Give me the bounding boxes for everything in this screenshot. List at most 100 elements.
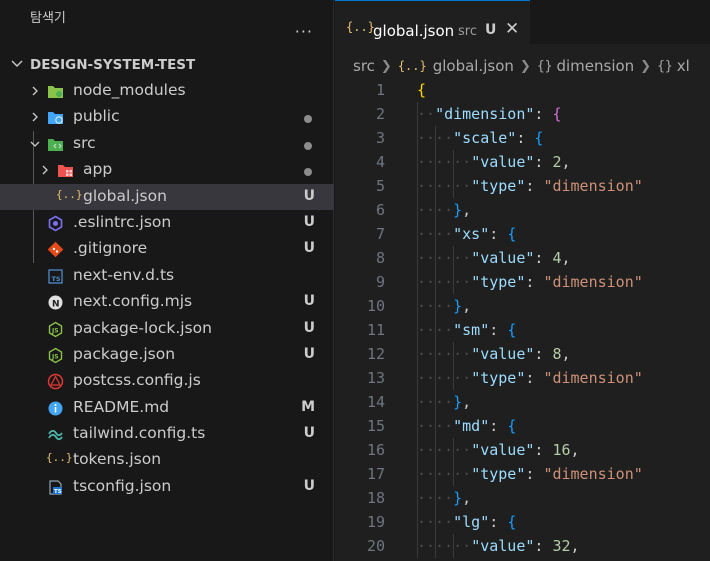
code-line[interactable]: 17 ······"type": "dimension": [335, 462, 710, 486]
code-text: ······"value": 16,: [417, 441, 580, 459]
svg-text:TS: TS: [52, 275, 61, 283]
svg-text:JS: JS: [51, 327, 59, 334]
workspace-root[interactable]: DESIGN-SYSTEM-TEST: [0, 53, 334, 77]
line-number: 5: [375, 177, 385, 195]
breadcrumb-file[interactable]: global.json: [433, 57, 514, 75]
code-line[interactable]: 5 ······"type": "dimension": [335, 174, 710, 198]
code-line[interactable]: 12 ······"value": 8,: [335, 342, 710, 366]
json-file-icon: {..}: [346, 20, 375, 34]
code-line[interactable]: 16 ······"value": 16,: [335, 438, 710, 462]
tree-item-app[interactable]: app: [0, 157, 334, 183]
tree-item-tsconfig[interactable]: TS tsconfig.json U: [0, 474, 334, 500]
tree-item-tokens[interactable]: {..} tokens.json: [0, 447, 334, 473]
chevron-right-icon: ❯: [640, 58, 652, 74]
tree-item-gitignore[interactable]: .gitignore U: [0, 236, 334, 262]
git-status-badge: M: [301, 398, 315, 415]
code-line[interactable]: 18 ····},: [335, 486, 710, 510]
tailwind-icon: [48, 430, 63, 441]
line-number: 4: [375, 153, 385, 171]
tab-bar: {..} global.json src U ✕: [335, 0, 710, 44]
code-text: ······"value": 8,: [417, 345, 571, 363]
tab-global-json[interactable]: {..} global.json src U ✕: [335, 0, 530, 44]
git-status-badge: U: [303, 293, 315, 310]
code-text: ····},: [417, 393, 472, 411]
code-line[interactable]: 15 ····"md": {: [335, 414, 710, 438]
code-text: ··"dimension": {: [417, 105, 562, 123]
tree-item-next-env[interactable]: TS next-env.d.ts: [0, 263, 334, 289]
code-line[interactable]: 13 ······"type": "dimension": [335, 366, 710, 390]
line-number: 1: [375, 81, 385, 99]
line-number: 14: [366, 393, 385, 411]
code-line[interactable]: 8 ······"value": 4,: [335, 246, 710, 270]
close-icon[interactable]: ✕: [505, 19, 519, 39]
tree-item-next-config[interactable]: N next.config.mjs U: [0, 289, 334, 315]
tree-item-label: tsconfig.json: [73, 476, 172, 495]
code-text: ······"type": "dimension": [417, 177, 643, 195]
app-folder-icon: [58, 165, 73, 178]
line-number: 17: [366, 465, 385, 483]
code-line[interactable]: 1{: [335, 78, 710, 102]
tree-item-label: .gitignore: [73, 239, 148, 258]
code-line[interactable]: 6 ····},: [335, 198, 710, 222]
tree-item-src[interactable]: src: [0, 131, 334, 157]
code-text: ····},: [417, 489, 472, 507]
modified-dot: [304, 115, 312, 124]
chevron-right-icon: ❯: [380, 58, 392, 74]
code-line[interactable]: 9 ······"type": "dimension": [335, 270, 710, 294]
line-number: 11: [366, 321, 385, 339]
line-number: 20: [366, 537, 385, 555]
tree-item-label: postcss.config.js: [73, 371, 201, 390]
breadcrumb-folder[interactable]: src: [353, 57, 375, 75]
tree-item-label: public: [73, 107, 120, 126]
code-editor[interactable]: 1{ 2 ··"dimension": { 3 ····"scale": { 4 ·····…: [335, 78, 710, 558]
chevron-right-icon: [42, 165, 48, 175]
code-text: ····"xs": {: [417, 225, 517, 243]
public-folder-icon: [48, 112, 63, 125]
file-tree: node_modules public src app {..} global.…: [0, 78, 334, 500]
code-text: ······"type": "dimension": [417, 465, 643, 483]
tree-item-label: next.config.mjs: [73, 292, 193, 311]
breadcrumb-symbol-dimension[interactable]: dimension: [556, 57, 634, 75]
code-line[interactable]: 10 ····},: [335, 294, 710, 318]
code-line[interactable]: 19 ····"lg": {: [335, 510, 710, 534]
tree-item-label: tokens.json: [73, 450, 162, 469]
line-number: 18: [366, 489, 385, 507]
code-line[interactable]: 3 ····"scale": {: [335, 126, 710, 150]
code-text: ······"value": 4,: [417, 249, 571, 267]
code-line[interactable]: 4 ······"value": 2,: [335, 150, 710, 174]
tree-item-package-lock[interactable]: JS package-lock.json U: [0, 316, 334, 342]
svg-text:TS: TS: [54, 489, 62, 495]
chevron-right-icon: ❯: [519, 58, 531, 74]
explorer-sidebar: 탐색기 ··· DESIGN-SYSTEM-TEST node_modules …: [0, 0, 334, 561]
json-file-icon: {..}: [397, 59, 427, 73]
code-line[interactable]: 11 ····"sm": {: [335, 318, 710, 342]
code-line[interactable]: 20 ······"value": 32,: [335, 534, 710, 558]
breadcrumb: src ❯ {..} global.json ❯ {} dimension ❯ …: [353, 55, 690, 77]
tree-item-tailwind[interactable]: tailwind.config.ts U: [0, 421, 334, 447]
line-number: 2: [375, 105, 385, 123]
tree-item-global-json[interactable]: {..} global.json U: [0, 183, 334, 210]
tree-item-eslintrc[interactable]: .eslintrc.json U: [0, 210, 334, 236]
git-status-badge: U: [303, 319, 315, 336]
tab-description: src: [458, 24, 477, 39]
code-text: ····"sm": {: [417, 321, 517, 339]
tree-item-package-json[interactable]: JS package.json U: [0, 342, 334, 368]
tree-item-label: package-lock.json: [73, 318, 212, 337]
code-line[interactable]: 2 ··"dimension": {: [335, 102, 710, 126]
tree-item-node-modules[interactable]: node_modules: [0, 78, 334, 104]
code-text: ····},: [417, 297, 472, 315]
code-line[interactable]: 7 ····"xs": {: [335, 222, 710, 246]
git-status-badge: U: [303, 240, 315, 257]
code-line[interactable]: 14 ····},: [335, 390, 710, 414]
json-file-icon: {..}: [56, 187, 83, 201]
tree-item-label: README.md: [73, 397, 170, 416]
nodejs-icon: JS: [48, 347, 63, 364]
code-text: ······"value": 2,: [417, 153, 571, 171]
more-actions-icon[interactable]: ···: [295, 22, 313, 41]
tab-git-status: U: [485, 22, 497, 38]
tree-item-public[interactable]: public: [0, 104, 334, 130]
line-number: 3: [375, 129, 385, 147]
tree-item-readme[interactable]: README.md M: [0, 395, 334, 421]
breadcrumb-symbol-xl[interactable]: xl: [677, 57, 690, 75]
tree-item-postcss[interactable]: postcss.config.js: [0, 368, 334, 394]
